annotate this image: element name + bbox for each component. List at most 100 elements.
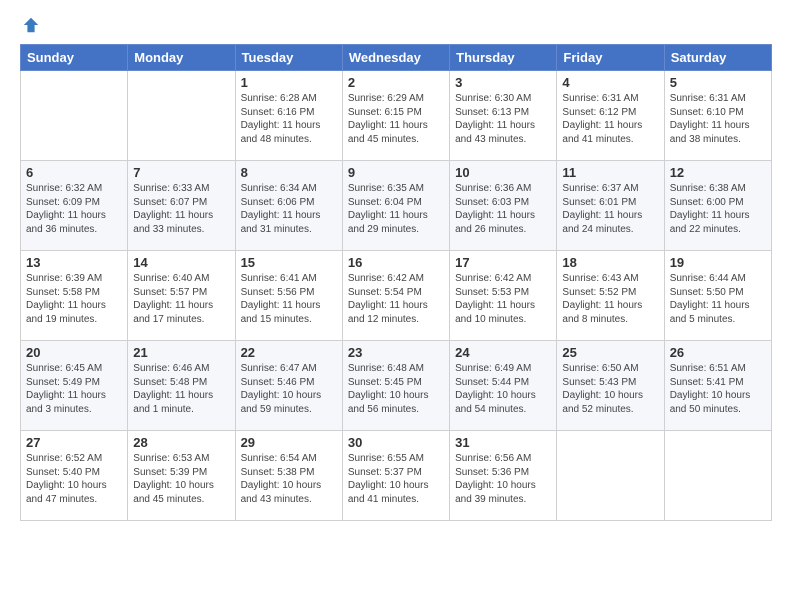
day-info: Sunrise: 6:33 AM Sunset: 6:07 PM Dayligh… — [133, 182, 229, 236]
day-info: Sunrise: 6:49 AM Sunset: 5:44 PM Dayligh… — [455, 362, 551, 416]
day-info: Sunrise: 6:55 AM Sunset: 5:37 PM Dayligh… — [348, 452, 444, 506]
calendar-cell: 21 Sunrise: 6:46 AM Sunset: 5:48 PM Dayli… — [128, 341, 235, 431]
day-number: 25 — [562, 345, 658, 360]
day-number: 17 — [455, 255, 551, 270]
day-info: Sunrise: 6:54 AM Sunset: 5:38 PM Dayligh… — [241, 452, 337, 506]
day-number: 6 — [26, 165, 122, 180]
calendar-week-row: 6 Sunrise: 6:32 AM Sunset: 6:09 PM Daylig… — [21, 161, 772, 251]
day-number: 11 — [562, 165, 658, 180]
calendar-cell: 17 Sunrise: 6:42 AM Sunset: 5:53 PM Dayli… — [450, 251, 557, 341]
day-info: Sunrise: 6:41 AM Sunset: 5:56 PM Dayligh… — [241, 272, 337, 326]
day-number: 26 — [670, 345, 766, 360]
calendar-week-row: 20 Sunrise: 6:45 AM Sunset: 5:49 PM Dayli… — [21, 341, 772, 431]
day-info: Sunrise: 6:29 AM Sunset: 6:15 PM Dayligh… — [348, 92, 444, 146]
logo — [20, 16, 40, 34]
day-info: Sunrise: 6:56 AM Sunset: 5:36 PM Dayligh… — [455, 452, 551, 506]
day-number: 12 — [670, 165, 766, 180]
day-info: Sunrise: 6:42 AM Sunset: 5:54 PM Dayligh… — [348, 272, 444, 326]
day-number: 15 — [241, 255, 337, 270]
calendar-cell: 12 Sunrise: 6:38 AM Sunset: 6:00 PM Dayli… — [664, 161, 771, 251]
day-number: 23 — [348, 345, 444, 360]
day-info: Sunrise: 6:43 AM Sunset: 5:52 PM Dayligh… — [562, 272, 658, 326]
day-number: 21 — [133, 345, 229, 360]
day-info: Sunrise: 6:31 AM Sunset: 6:12 PM Dayligh… — [562, 92, 658, 146]
day-number: 9 — [348, 165, 444, 180]
day-info: Sunrise: 6:30 AM Sunset: 6:13 PM Dayligh… — [455, 92, 551, 146]
calendar-cell: 14Sunrise: 6:40 AM Sunset: 5:57 PM Dayli… — [128, 251, 235, 341]
day-number: 1 — [241, 75, 337, 90]
day-number: 19 — [670, 255, 766, 270]
calendar-cell: 27Sunrise: 6:52 AM Sunset: 5:40 PM Dayli… — [21, 431, 128, 521]
calendar-cell: 15 Sunrise: 6:41 AM Sunset: 5:56 PM Dayli… — [235, 251, 342, 341]
day-number: 20 — [26, 345, 122, 360]
calendar-cell: 25 Sunrise: 6:50 AM Sunset: 5:43 PM Dayli… — [557, 341, 664, 431]
calendar-cell: 10 Sunrise: 6:36 AM Sunset: 6:03 PM Dayli… — [450, 161, 557, 251]
day-info: Sunrise: 6:38 AM Sunset: 6:00 PM Dayligh… — [670, 182, 766, 236]
day-info: Sunrise: 6:35 AM Sunset: 6:04 PM Dayligh… — [348, 182, 444, 236]
day-number: 29 — [241, 435, 337, 450]
calendar-cell: 5 Sunrise: 6:31 AM Sunset: 6:10 PM Daylig… — [664, 71, 771, 161]
day-info: Sunrise: 6:34 AM Sunset: 6:06 PM Dayligh… — [241, 182, 337, 236]
calendar-cell: 22 Sunrise: 6:47 AM Sunset: 5:46 PM Dayli… — [235, 341, 342, 431]
day-info: Sunrise: 6:32 AM Sunset: 6:09 PM Dayligh… — [26, 182, 122, 236]
calendar-cell: 28 Sunrise: 6:53 AM Sunset: 5:39 PM Dayli… — [128, 431, 235, 521]
day-number: 7 — [133, 165, 229, 180]
day-info: Sunrise: 6:37 AM Sunset: 6:01 PM Dayligh… — [562, 182, 658, 236]
calendar-day-header: Wednesday — [342, 45, 449, 71]
day-info: Sunrise: 6:50 AM Sunset: 5:43 PM Dayligh… — [562, 362, 658, 416]
logo-icon — [22, 16, 40, 34]
calendar-day-header: Tuesday — [235, 45, 342, 71]
day-info: Sunrise: 6:36 AM Sunset: 6:03 PM Dayligh… — [455, 182, 551, 236]
day-info: Sunrise: 6:31 AM Sunset: 6:10 PM Dayligh… — [670, 92, 766, 146]
calendar-cell — [128, 71, 235, 161]
day-number: 13 — [26, 255, 122, 270]
day-info: Sunrise: 6:28 AM Sunset: 6:16 PM Dayligh… — [241, 92, 337, 146]
calendar-cell: 11 Sunrise: 6:37 AM Sunset: 6:01 PM Dayli… — [557, 161, 664, 251]
day-number: 16 — [348, 255, 444, 270]
calendar-cell — [21, 71, 128, 161]
calendar-day-header: Sunday — [21, 45, 128, 71]
calendar-cell: 4 Sunrise: 6:31 AM Sunset: 6:12 PM Daylig… — [557, 71, 664, 161]
calendar-cell: 19Sunrise: 6:44 AM Sunset: 5:50 PM Dayli… — [664, 251, 771, 341]
day-info: Sunrise: 6:45 AM Sunset: 5:49 PM Dayligh… — [26, 362, 122, 416]
calendar-cell: 18Sunrise: 6:43 AM Sunset: 5:52 PM Dayli… — [557, 251, 664, 341]
calendar-cell: 31 Sunrise: 6:56 AM Sunset: 5:36 PM Dayli… — [450, 431, 557, 521]
calendar-cell: 24 Sunrise: 6:49 AM Sunset: 5:44 PM Dayli… — [450, 341, 557, 431]
page-header — [20, 16, 772, 34]
day-number: 14 — [133, 255, 229, 270]
day-number: 31 — [455, 435, 551, 450]
day-info: Sunrise: 6:52 AM Sunset: 5:40 PM Dayligh… — [26, 452, 122, 506]
day-number: 24 — [455, 345, 551, 360]
calendar-cell: 6 Sunrise: 6:32 AM Sunset: 6:09 PM Daylig… — [21, 161, 128, 251]
calendar-cell: 3Sunrise: 6:30 AM Sunset: 6:13 PM Daylig… — [450, 71, 557, 161]
calendar-week-row: 27Sunrise: 6:52 AM Sunset: 5:40 PM Dayli… — [21, 431, 772, 521]
day-info: Sunrise: 6:53 AM Sunset: 5:39 PM Dayligh… — [133, 452, 229, 506]
calendar-cell: 16 Sunrise: 6:42 AM Sunset: 5:54 PM Dayli… — [342, 251, 449, 341]
calendar-cell: 7 Sunrise: 6:33 AM Sunset: 6:07 PM Daylig… — [128, 161, 235, 251]
day-number: 2 — [348, 75, 444, 90]
day-number: 30 — [348, 435, 444, 450]
calendar-cell: 20 Sunrise: 6:45 AM Sunset: 5:49 PM Dayli… — [21, 341, 128, 431]
calendar-cell: 30 Sunrise: 6:55 AM Sunset: 5:37 PM Dayli… — [342, 431, 449, 521]
day-info: Sunrise: 6:48 AM Sunset: 5:45 PM Dayligh… — [348, 362, 444, 416]
day-info: Sunrise: 6:47 AM Sunset: 5:46 PM Dayligh… — [241, 362, 337, 416]
calendar-week-row: 1 Sunrise: 6:28 AM Sunset: 6:16 PM Daylig… — [21, 71, 772, 161]
calendar-cell: 8Sunrise: 6:34 AM Sunset: 6:06 PM Daylig… — [235, 161, 342, 251]
day-number: 10 — [455, 165, 551, 180]
calendar-header-row: SundayMondayTuesdayWednesdayThursdayFrid… — [21, 45, 772, 71]
day-number: 5 — [670, 75, 766, 90]
day-info: Sunrise: 6:51 AM Sunset: 5:41 PM Dayligh… — [670, 362, 766, 416]
day-number: 22 — [241, 345, 337, 360]
day-info: Sunrise: 6:46 AM Sunset: 5:48 PM Dayligh… — [133, 362, 229, 416]
calendar-day-header: Thursday — [450, 45, 557, 71]
calendar-cell — [557, 431, 664, 521]
calendar-day-header: Friday — [557, 45, 664, 71]
calendar-week-row: 13Sunrise: 6:39 AM Sunset: 5:58 PM Dayli… — [21, 251, 772, 341]
calendar-cell: 2 Sunrise: 6:29 AM Sunset: 6:15 PM Daylig… — [342, 71, 449, 161]
calendar-cell: 13Sunrise: 6:39 AM Sunset: 5:58 PM Dayli… — [21, 251, 128, 341]
day-number: 28 — [133, 435, 229, 450]
calendar-cell — [664, 431, 771, 521]
day-number: 4 — [562, 75, 658, 90]
day-info: Sunrise: 6:42 AM Sunset: 5:53 PM Dayligh… — [455, 272, 551, 326]
calendar-cell: 1 Sunrise: 6:28 AM Sunset: 6:16 PM Daylig… — [235, 71, 342, 161]
